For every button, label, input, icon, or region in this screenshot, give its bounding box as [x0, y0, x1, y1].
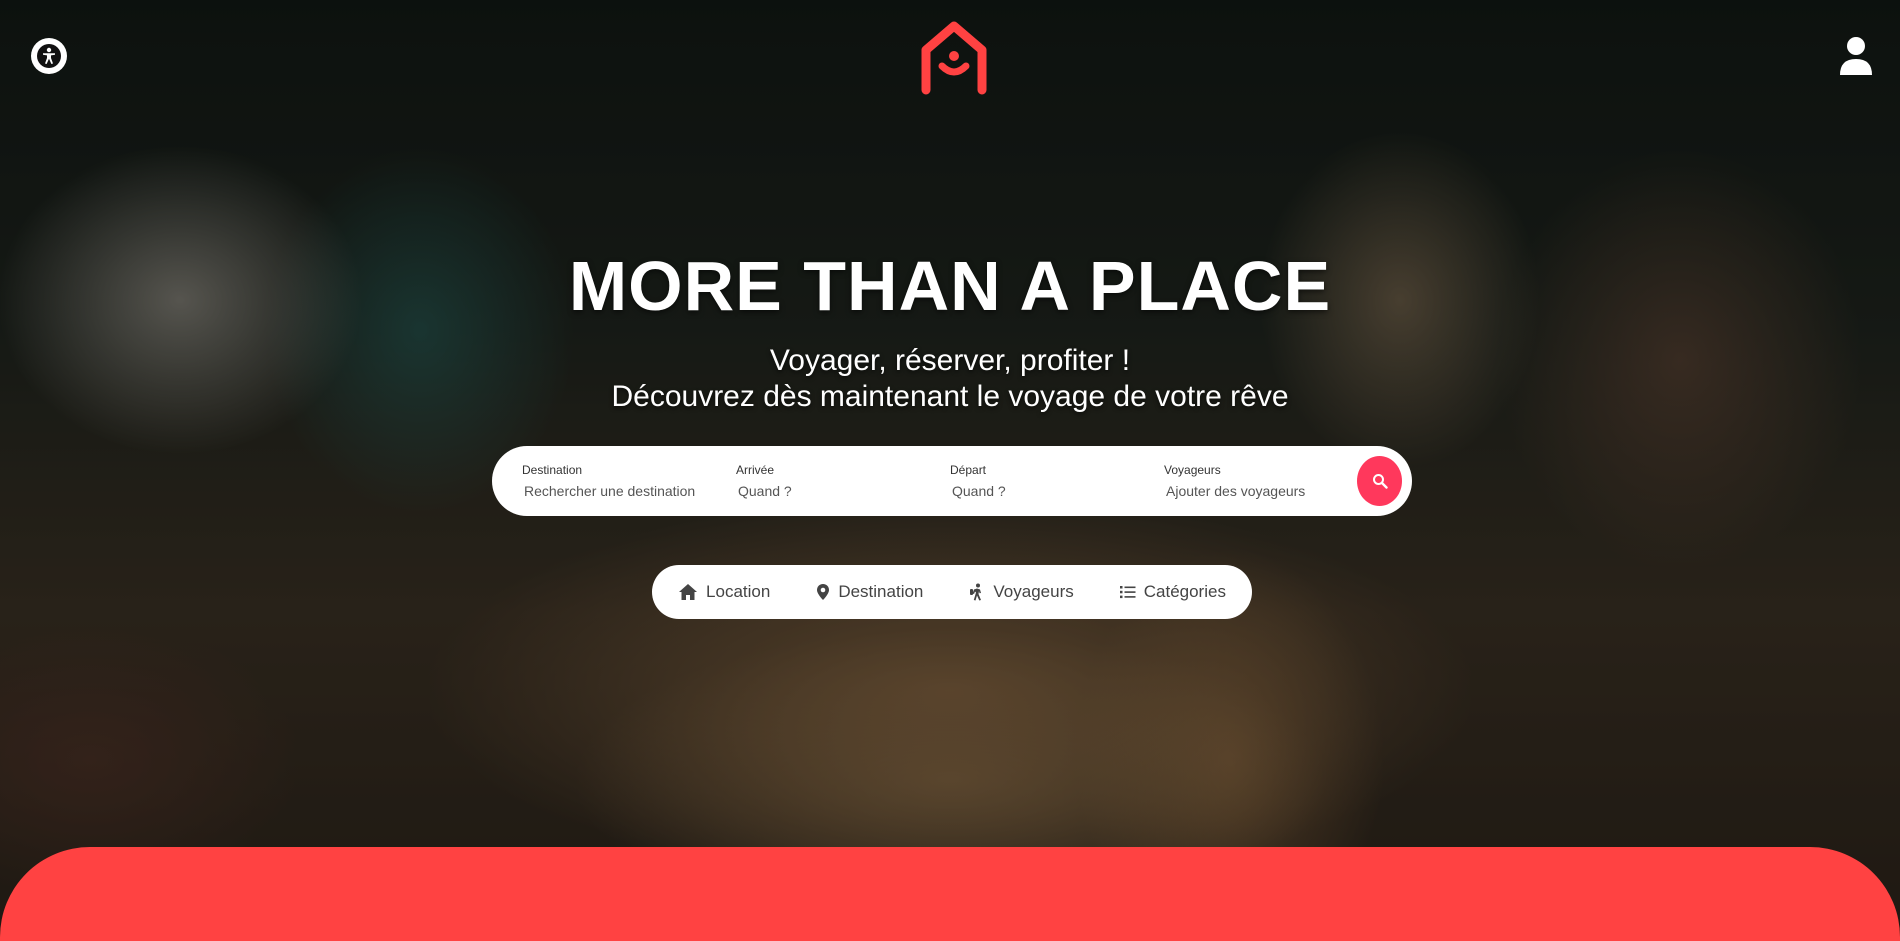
tagline-line-1: Voyager, réserver, profiter !: [769, 344, 1131, 377]
travelers-field: Voyageurs: [1164, 463, 1378, 499]
nav-item-label: Catégories: [1143, 582, 1226, 601]
accessibility-button[interactable]: [31, 38, 67, 74]
departure-label: Départ: [950, 463, 987, 477]
home-icon: [679, 584, 698, 600]
nav-item-label: Destination: [838, 582, 924, 601]
destination-label: Destination: [522, 463, 583, 477]
nav-item-label: Voyageurs: [993, 582, 1074, 601]
search-bar: Destination Arrivée Départ Voyageurs: [492, 446, 1412, 516]
search-button[interactable]: [1357, 456, 1402, 506]
nav-item-travelers[interactable]: Voyageurs: [969, 582, 1074, 602]
quick-nav: Location Destination Voyageurs Catégorie…: [652, 565, 1252, 619]
arrival-input[interactable]: [736, 483, 926, 499]
travelers-input[interactable]: [1164, 483, 1354, 499]
user-icon: [1840, 37, 1872, 75]
nav-item-label: Location: [706, 582, 771, 601]
nav-item-categories[interactable]: Catégories: [1119, 582, 1226, 602]
hiker-icon: [970, 583, 982, 601]
nav-item-location[interactable]: Location: [678, 582, 770, 602]
list-icon: [1119, 586, 1136, 599]
brand-logo[interactable]: [918, 20, 990, 96]
departure-input[interactable]: [950, 483, 1140, 499]
tagline-line-2: Découvrez dès maintenant le voyage de vo…: [611, 380, 1289, 413]
house-smile-logo-icon: [921, 21, 987, 95]
destination-input[interactable]: [522, 483, 712, 499]
travelers-label: Voyageurs: [1164, 463, 1221, 477]
departure-field: Départ: [950, 463, 1164, 499]
hero-tagline: Voyager, réserver, profiter ! Découvrez …: [0, 343, 1900, 415]
arrival-label: Arrivée: [736, 463, 775, 477]
search-icon: [1372, 474, 1388, 489]
hero-headline: MORE THAN A PLACE: [568, 247, 1332, 325]
user-account-button[interactable]: [1838, 35, 1874, 77]
map-pin-icon: [817, 584, 830, 600]
destination-field: Destination: [522, 463, 736, 499]
nav-item-destination[interactable]: Destination: [816, 582, 923, 602]
arrival-field: Arrivée: [736, 463, 950, 499]
content-panel: [0, 847, 1900, 941]
accessibility-icon: [37, 44, 61, 68]
